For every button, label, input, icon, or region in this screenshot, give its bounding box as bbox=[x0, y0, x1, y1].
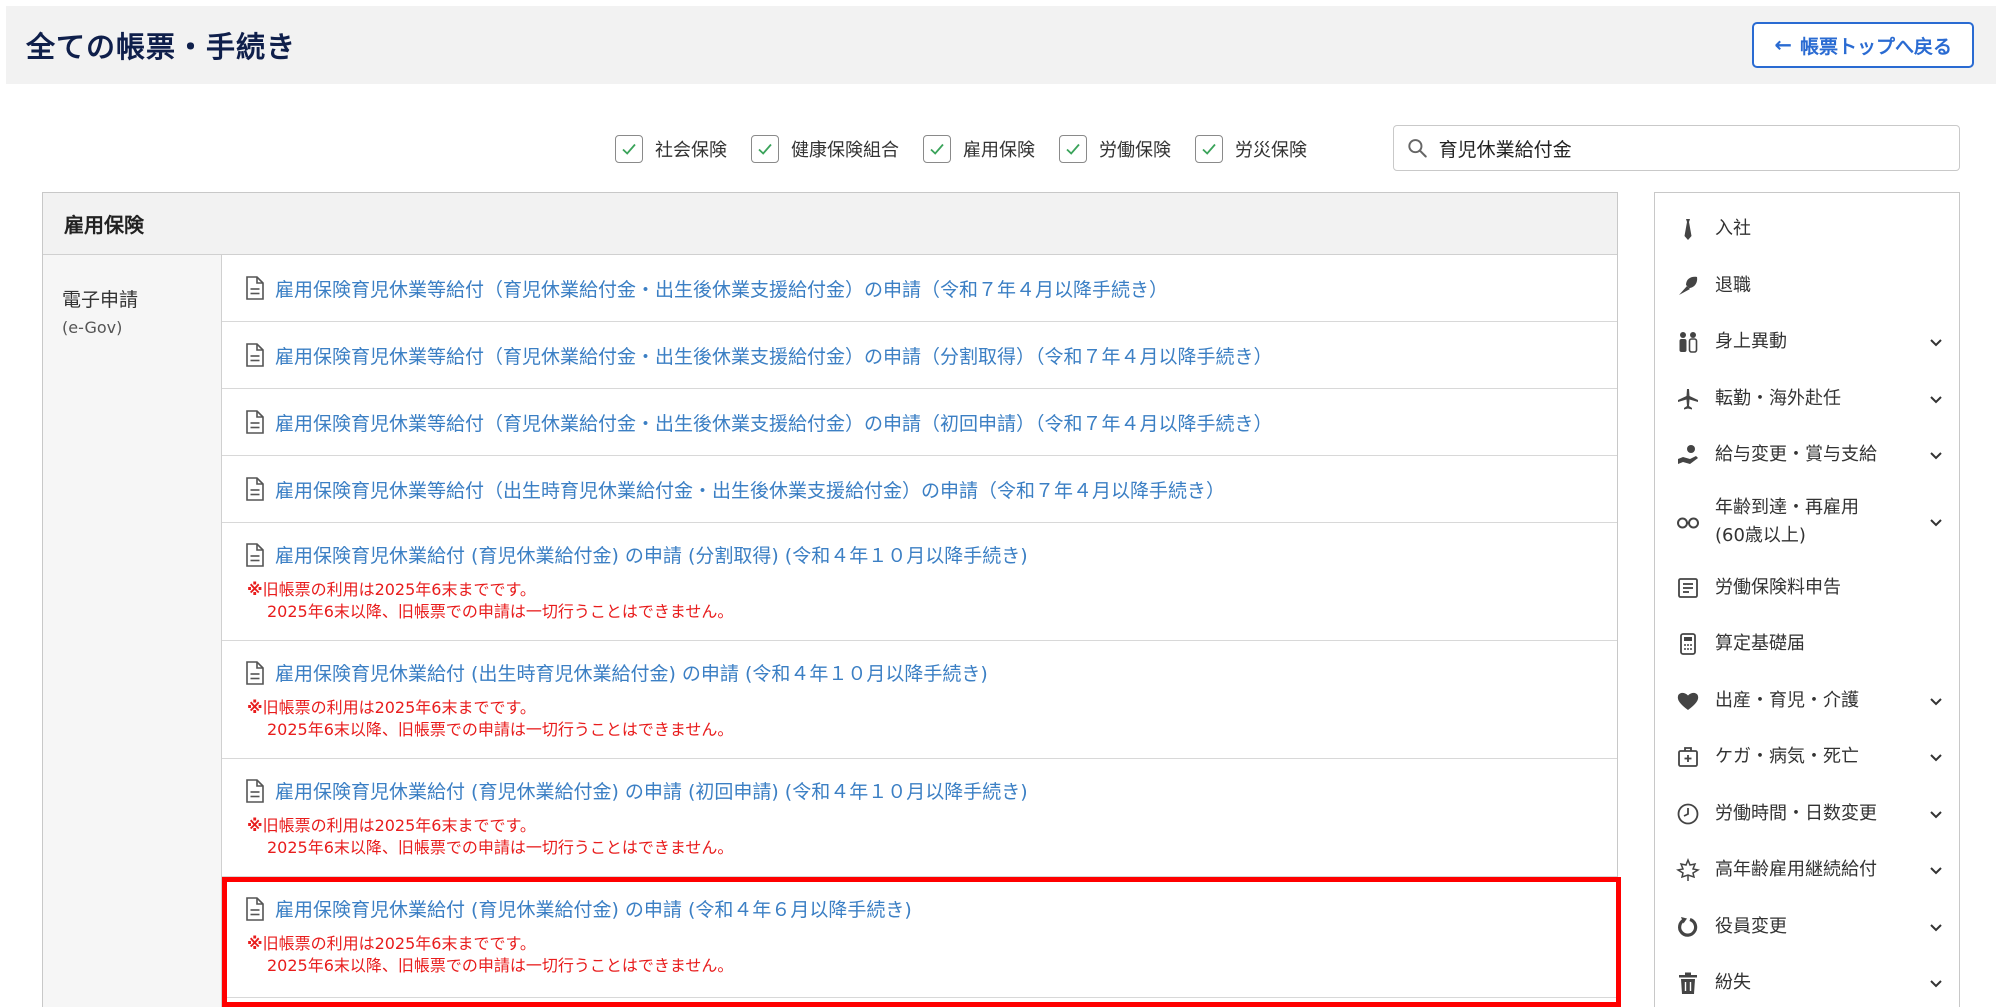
side-nav-item-rodo-jikan[interactable]: 労働時間・日数変更 bbox=[1655, 786, 1959, 843]
side-nav-item-taishoku[interactable]: 退職 bbox=[1655, 258, 1959, 315]
forms-panel: 雇用保険 電子申請 (e-Gov) 雇用保険育児休業等給付（育児休業給付金・出生… bbox=[42, 192, 1618, 1007]
list-item: 雇用保険育児休業給付 (育児休業給付金) の申請 (令和４年６月以降手続き) ※… bbox=[222, 877, 1617, 998]
category-sub: (e-Gov) bbox=[62, 318, 123, 337]
search-icon bbox=[1408, 139, 1427, 158]
chevron-down-icon bbox=[1930, 396, 1942, 404]
filter-rodo-hoken[interactable]: 労働保険 bbox=[1059, 135, 1171, 163]
list-item: 雇用保険育児休業給付 (育児休業給付金) の申請 (分割取得) (令和４年１０月… bbox=[222, 523, 1617, 641]
side-nav-item-kega-byoki[interactable]: ケガ・病気・死亡 bbox=[1655, 729, 1959, 786]
form-link[interactable]: 雇用保険育児休業等給付（育児休業給付金・出生後休業支援給付金）の申請（分割取得）… bbox=[275, 342, 1273, 369]
form-link[interactable]: 雇用保険育児休業給付 (出生時育児休業給付金) の申請 (令和４年１０月以降手続… bbox=[275, 659, 988, 686]
filter-label: 労災保険 bbox=[1235, 140, 1307, 161]
checkbox-checked-icon[interactable] bbox=[1059, 135, 1087, 163]
list-item: 雇用保険育児休業給付 (出生時育児休業給付金) の申請 (令和４年１０月以降手続… bbox=[222, 641, 1617, 759]
form-link[interactable]: 雇用保険育児休業給付 (育児休業給付金) の申請 (分割取得) (令和４年１０月… bbox=[275, 541, 1028, 568]
calculator-icon bbox=[1675, 631, 1701, 657]
search-box[interactable] bbox=[1393, 125, 1960, 171]
panel-title: 雇用保険 bbox=[43, 193, 1617, 255]
document-icon bbox=[246, 477, 264, 501]
heart-icon bbox=[1675, 688, 1701, 714]
document-icon bbox=[246, 343, 264, 367]
trash-icon bbox=[1675, 970, 1701, 996]
arrow-left-icon: ← bbox=[1774, 33, 1792, 57]
back-button-label: 帳票トップへ戻る bbox=[1799, 35, 1952, 58]
side-nav-item-santei-kiso[interactable]: 算定基礎届 bbox=[1655, 616, 1959, 673]
list-item: 雇用保険育児休業等給付（育児休業給付金・出生後休業支援給付金）の申請（分割取得）… bbox=[222, 322, 1617, 389]
filter-shakai-hoken[interactable]: 社会保険 bbox=[615, 135, 727, 163]
form-link[interactable]: 雇用保険育児休業等給付（育児休業給付金・出生後休業支援給付金）の申請（初回申請）… bbox=[275, 409, 1273, 436]
deprecation-notice: ※旧帳票の利用は2025年6末までです。 2025年6末以降、旧帳票での申請は一… bbox=[247, 580, 734, 621]
checkbox-checked-icon[interactable] bbox=[751, 135, 779, 163]
list-item: 雇用保険育児休業等給付（育児休業給付金・出生後休業支援給付金）の申請（令和７年４… bbox=[222, 255, 1617, 322]
side-nav-item-yakuin-henko[interactable]: 役員変更 bbox=[1655, 899, 1959, 956]
side-nav-item-shussan-ikuji[interactable]: 出産・育児・介護 bbox=[1655, 673, 1959, 730]
checkbox-checked-icon[interactable] bbox=[1195, 135, 1223, 163]
document-icon bbox=[246, 276, 264, 300]
list-item: 雇用保険育児休業等給付（出生時育児休業給付金・出生後休業支援給付金）の申請（令和… bbox=[222, 456, 1617, 523]
clock-icon bbox=[1675, 801, 1701, 827]
insurance-filter-bar: 社会保険 健康保険組合 雇用保険 労働保険 労災保険 bbox=[615, 126, 1331, 172]
checkbox-checked-icon[interactable] bbox=[923, 135, 951, 163]
side-nav-item-konenrei-koyo[interactable]: 高年齢雇用継続給付 bbox=[1655, 842, 1959, 899]
checkbox-checked-icon[interactable] bbox=[615, 135, 643, 163]
side-nav: 入社 退職 身上異動 転勤・海外赴任 給与変更・賞与支給 年齢到達・再雇用 (60… bbox=[1654, 192, 1960, 1007]
chevron-down-icon bbox=[1930, 980, 1942, 988]
back-to-forms-top-button[interactable]: ← 帳票トップへ戻る bbox=[1752, 22, 1974, 68]
category-name: 電子申請 bbox=[62, 289, 139, 311]
form-link[interactable]: 雇用保険育児休業給付 (育児休業給付金) の申請 (令和４年６月以降手続き) bbox=[275, 895, 912, 922]
chevron-down-icon bbox=[1930, 339, 1942, 347]
filter-rosai-hoken[interactable]: 労災保険 bbox=[1195, 135, 1307, 163]
refresh-icon bbox=[1675, 914, 1701, 940]
list-item: 雇用保険育児休業等給付（育児休業給付金・出生後休業支援給付金）の申請（初回申請）… bbox=[222, 389, 1617, 456]
maple-leaf-icon bbox=[1675, 857, 1701, 883]
category-column: 電子申請 (e-Gov) bbox=[43, 255, 222, 1007]
deprecation-notice: ※旧帳票の利用は2025年6末までです。 2025年6末以降、旧帳票での申請は一… bbox=[247, 816, 734, 857]
filter-kenko-hoken-kumiai[interactable]: 健康保険組合 bbox=[751, 135, 899, 163]
chevron-down-icon bbox=[1930, 811, 1942, 819]
filter-koyo-hoken[interactable]: 雇用保険 bbox=[923, 135, 1035, 163]
money-hand-icon bbox=[1675, 442, 1701, 468]
chevron-down-icon bbox=[1930, 924, 1942, 932]
search-input[interactable] bbox=[1438, 137, 1947, 159]
filter-label: 雇用保険 bbox=[963, 140, 1035, 161]
page-title: 全ての帳票・手続き bbox=[26, 30, 297, 64]
airplane-icon bbox=[1675, 386, 1701, 412]
filter-label: 健康保険組合 bbox=[791, 140, 899, 161]
tie-icon bbox=[1675, 216, 1701, 242]
chevron-down-icon bbox=[1930, 518, 1942, 526]
document-icon bbox=[246, 542, 264, 567]
document-list-icon bbox=[1675, 575, 1701, 601]
deprecation-notice: ※旧帳票の利用は2025年6末までです。 2025年6末以降、旧帳票での申請は一… bbox=[247, 698, 734, 739]
side-nav-item-rodo-hokenryo[interactable]: 労働保険料申告 bbox=[1655, 560, 1959, 617]
chevron-down-icon bbox=[1930, 867, 1942, 875]
chevron-down-icon bbox=[1930, 452, 1942, 460]
side-nav-item-kyuyo-henko[interactable]: 給与変更・賞与支給 bbox=[1655, 427, 1959, 484]
side-nav-item-tenkin[interactable]: 転勤・海外赴任 bbox=[1655, 371, 1959, 428]
deprecation-notice: ※旧帳票の利用は2025年6末までです。 2025年6末以降、旧帳票での申請は一… bbox=[247, 934, 734, 975]
people-icon bbox=[1675, 329, 1701, 355]
document-icon bbox=[246, 410, 264, 434]
document-icon bbox=[246, 896, 264, 921]
chevron-down-icon bbox=[1930, 754, 1942, 762]
document-icon bbox=[246, 778, 264, 803]
form-list: 雇用保険育児休業等給付（育児休業給付金・出生後休業支援給付金）の申請（令和７年４… bbox=[222, 255, 1617, 1007]
side-nav-item-funshitsu[interactable]: 紛失 bbox=[1655, 955, 1959, 1007]
bouquet-icon bbox=[1675, 273, 1701, 299]
side-nav-item-shinjo-ido[interactable]: 身上異動 bbox=[1655, 314, 1959, 371]
glasses-icon bbox=[1675, 509, 1701, 535]
first-aid-icon bbox=[1675, 744, 1701, 770]
form-link[interactable]: 雇用保険育児休業等給付（育児休業給付金・出生後休業支援給付金）の申請（令和７年４… bbox=[275, 275, 1168, 302]
filter-label: 労働保険 bbox=[1099, 140, 1171, 161]
side-nav-item-nenrei-toutatsu[interactable]: 年齢到達・再雇用 (60歳以上) bbox=[1655, 484, 1959, 560]
form-link[interactable]: 雇用保険育児休業等給付（出生時育児休業給付金・出生後休業支援給付金）の申請（令和… bbox=[275, 476, 1225, 503]
side-nav-item-nyusha[interactable]: 入社 bbox=[1655, 201, 1959, 258]
page-header: 全ての帳票・手続き ← 帳票トップへ戻る bbox=[6, 6, 1996, 84]
chevron-down-icon bbox=[1930, 698, 1942, 706]
document-icon bbox=[246, 660, 264, 685]
form-link[interactable]: 雇用保険育児休業給付 (育児休業給付金) の申請 (初回申請) (令和４年１０月… bbox=[275, 777, 1028, 804]
list-item: 雇用保険育児休業給付 (育児休業給付金) の申請 (初回申請) (令和４年１０月… bbox=[222, 759, 1617, 877]
filter-label: 社会保険 bbox=[655, 140, 727, 161]
